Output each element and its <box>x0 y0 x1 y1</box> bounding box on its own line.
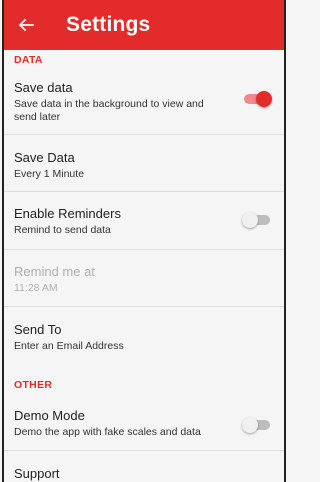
save-data-toggle[interactable] <box>244 91 272 107</box>
divider <box>4 306 284 307</box>
setting-label: Save Data <box>14 150 75 165</box>
setting-label: Remind me at <box>14 264 95 279</box>
toggle-thumb <box>256 91 272 107</box>
divider <box>4 191 284 192</box>
setting-label: Save data <box>14 80 73 95</box>
setting-save-interval[interactable]: Save Data Every 1 Minute <box>4 150 284 181</box>
settings-screen: Settings DATA Save data Save data in the… <box>2 0 286 482</box>
divider <box>4 450 284 451</box>
section-header-other: OTHER <box>14 379 53 391</box>
setting-summary: Demo the app with fake scales and data <box>14 426 201 438</box>
toggle-thumb <box>242 417 258 433</box>
divider <box>4 134 284 135</box>
page-title: Settings <box>66 13 151 36</box>
setting-summary: Save data in the background to view and … <box>14 98 204 123</box>
divider <box>4 249 284 250</box>
setting-label: Enable Reminders <box>14 206 121 221</box>
setting-label: Demo Mode <box>14 408 85 423</box>
reminders-toggle[interactable] <box>242 212 270 228</box>
section-header-data: DATA <box>14 54 43 66</box>
setting-summary: Enter an Email Address <box>14 340 124 352</box>
setting-summary: Remind to send data <box>14 224 111 236</box>
setting-summary: 11:28 AM <box>14 282 58 294</box>
setting-remind-me-at: Remind me at 11:28 AM <box>4 264 284 295</box>
demo-mode-toggle[interactable] <box>242 417 270 433</box>
setting-summary: Every 1 Minute <box>14 168 85 180</box>
setting-send-to[interactable]: Send To Enter an Email Address <box>4 322 284 353</box>
setting-label: Support <box>14 466 60 481</box>
arrow-left-icon[interactable] <box>14 17 38 33</box>
setting-support[interactable]: Support <box>4 466 284 482</box>
app-bar: Settings <box>4 0 284 50</box>
setting-label: Send To <box>14 322 62 337</box>
toggle-thumb <box>242 212 258 228</box>
setting-save-data[interactable]: Save data Save data in the background to… <box>4 80 284 124</box>
